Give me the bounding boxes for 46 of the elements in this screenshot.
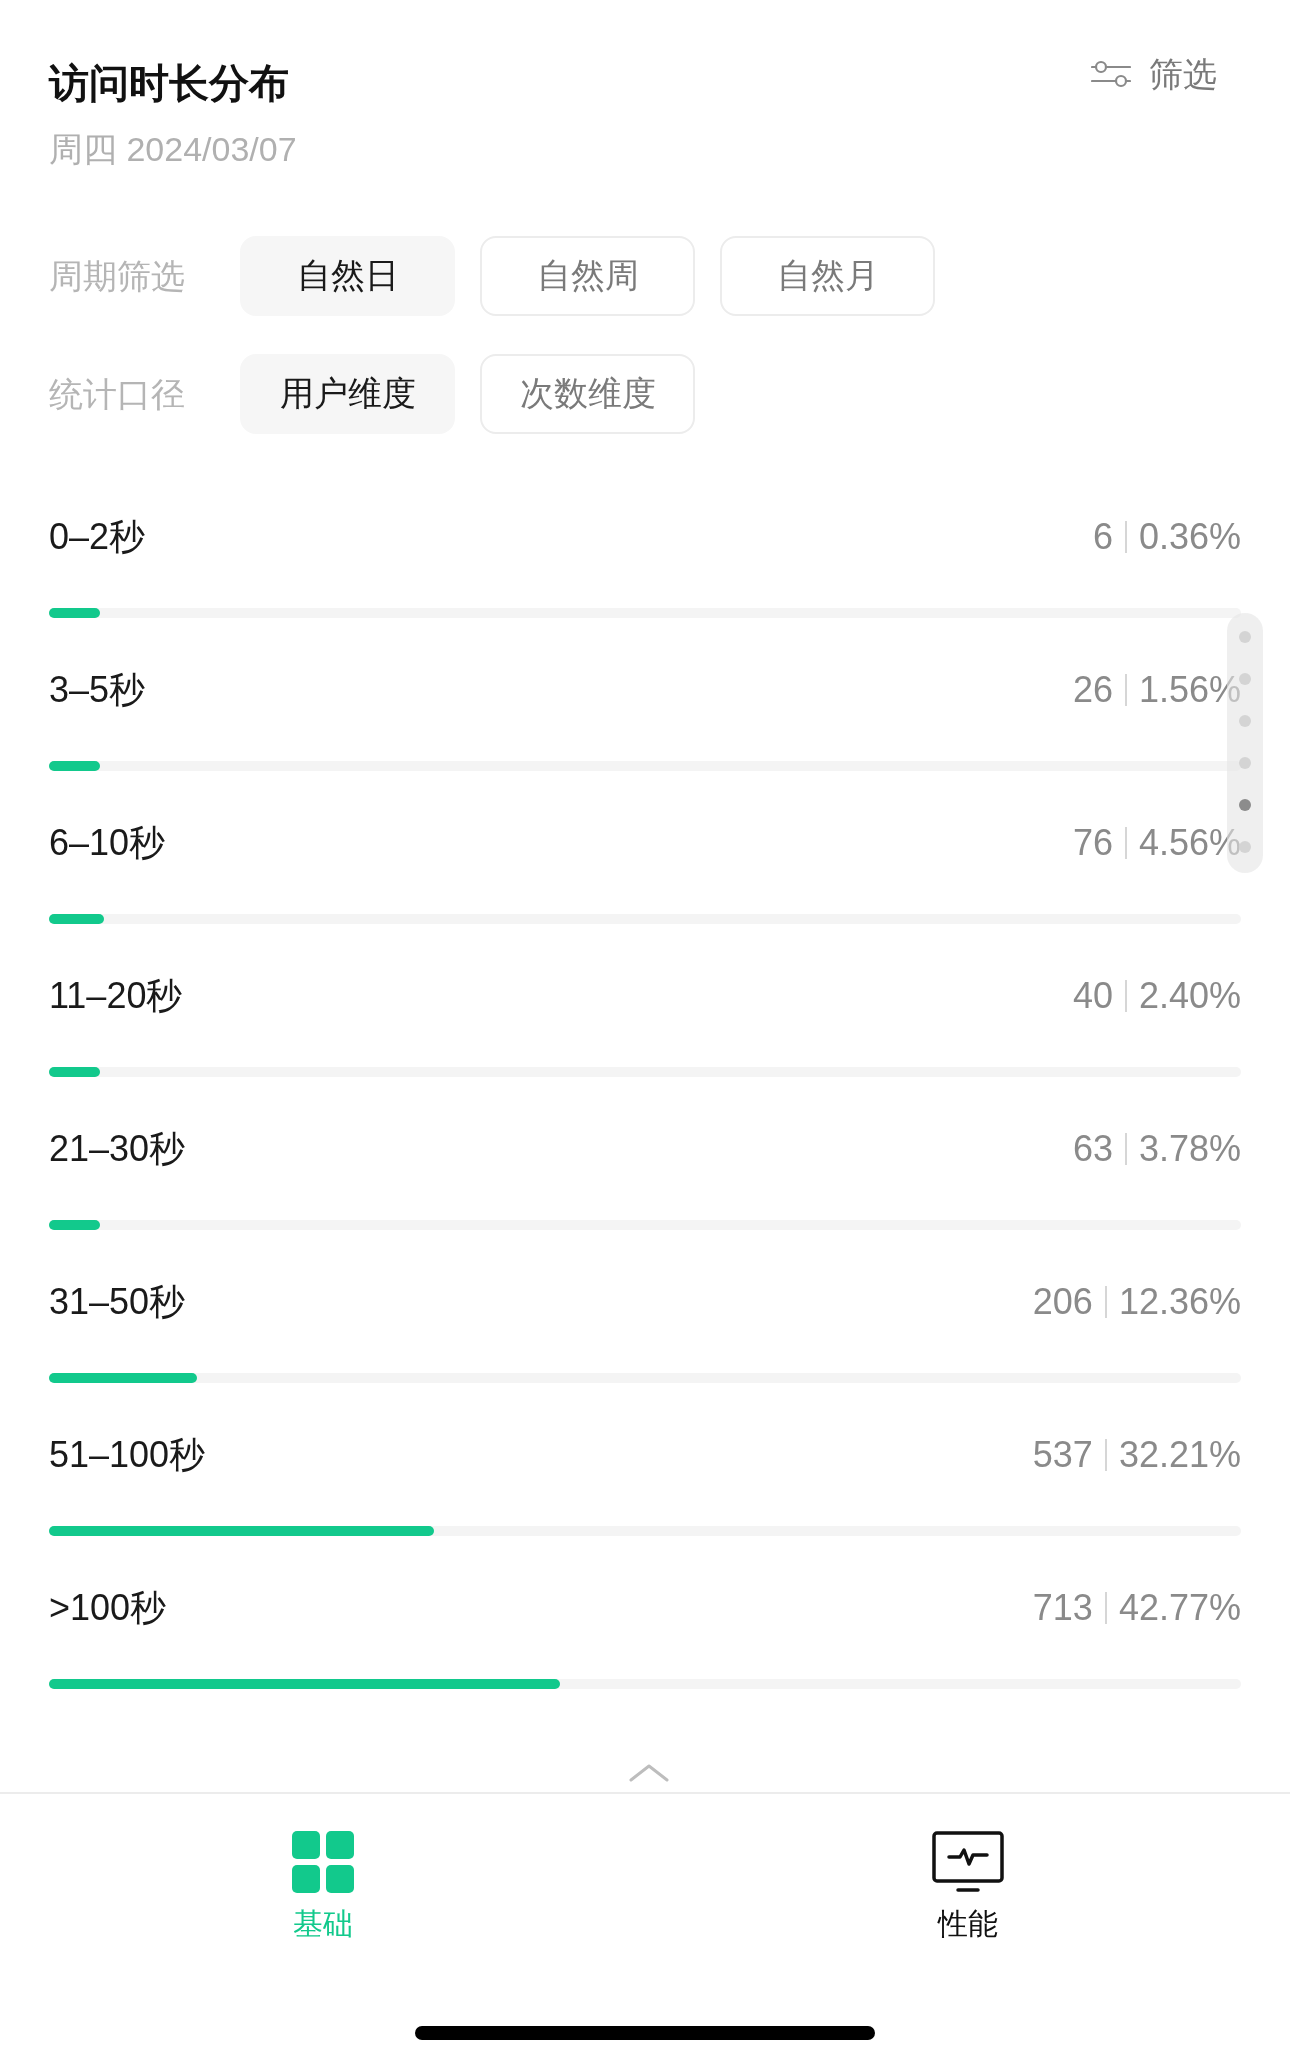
dot-icon[interactable] xyxy=(1239,799,1251,811)
range-label: 6–10秒 xyxy=(49,821,166,865)
filter-button[interactable]: 筛选 xyxy=(1091,51,1217,97)
count-text: 713 xyxy=(1032,1586,1093,1630)
range-label: 31–50秒 xyxy=(49,1280,186,1324)
percent-text: 42.77% xyxy=(1118,1586,1241,1630)
chevron-up-icon[interactable] xyxy=(629,1764,669,1782)
percent-text: 1.56% xyxy=(1138,668,1241,712)
percent-text: 2.40% xyxy=(1138,974,1241,1018)
nav-tab[interactable]: 性能 xyxy=(931,1831,1004,1944)
range-label: 51–100秒 xyxy=(49,1433,206,1477)
percent-text: 0.36% xyxy=(1138,515,1241,559)
range-label: >100秒 xyxy=(49,1586,167,1630)
range-label: 11–20秒 xyxy=(49,974,183,1018)
dot-icon[interactable] xyxy=(1239,673,1251,685)
monitor-icon xyxy=(931,1831,1004,1893)
count-text: 206 xyxy=(1032,1280,1093,1324)
filter-option[interactable]: 用户维度 xyxy=(240,354,455,434)
range-label: 3–5秒 xyxy=(49,668,146,712)
page-title: 访问时长分布 xyxy=(49,60,290,107)
filter-option[interactable]: 自然日 xyxy=(240,236,455,316)
filter-option[interactable]: 次数维度 xyxy=(480,354,695,434)
count-text: 6 xyxy=(1092,515,1113,559)
percent-text: 12.36% xyxy=(1118,1280,1241,1324)
dot-icon[interactable] xyxy=(1239,631,1251,643)
count-text: 537 xyxy=(1032,1433,1093,1477)
dot-icon[interactable] xyxy=(1239,715,1251,727)
filter-label: 统计口径 xyxy=(49,374,186,415)
filter-label: 周期筛选 xyxy=(49,256,186,297)
filter-option[interactable]: 自然月 xyxy=(720,236,935,316)
count-text: 40 xyxy=(1072,974,1113,1018)
date-text: 周四 2024/03/07 xyxy=(49,129,297,170)
range-label: 21–30秒 xyxy=(49,1127,186,1171)
percent-text: 4.56% xyxy=(1138,821,1241,865)
range-label: 0–2秒 xyxy=(49,515,146,559)
dot-icon[interactable] xyxy=(1239,757,1251,769)
nav-tab[interactable]: 基础 xyxy=(291,1831,354,1944)
percent-text: 32.21% xyxy=(1118,1433,1241,1477)
filter-icon xyxy=(1091,59,1131,89)
filter-option[interactable]: 自然周 xyxy=(480,236,695,316)
count-text: 26 xyxy=(1072,668,1113,712)
percent-text: 3.78% xyxy=(1138,1127,1241,1171)
grid-icon xyxy=(291,1831,354,1893)
dot-icon[interactable] xyxy=(1239,841,1251,853)
count-text: 63 xyxy=(1072,1127,1113,1171)
count-text: 76 xyxy=(1072,821,1113,865)
